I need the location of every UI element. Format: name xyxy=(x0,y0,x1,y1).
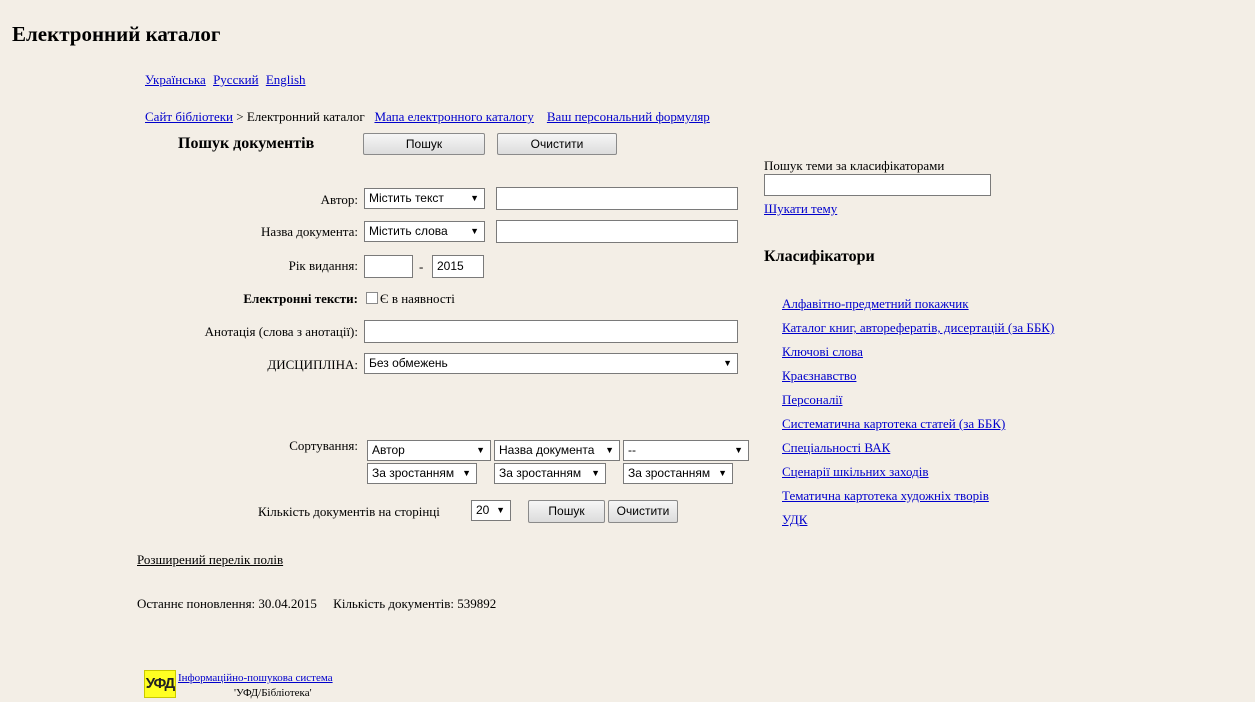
topic-search-label: Пошук теми за класифікаторами xyxy=(764,158,945,173)
clear-button-bottom[interactable]: Очистити xyxy=(608,500,678,523)
sort-field-1-select[interactable]: Автор ▼ xyxy=(367,440,491,461)
chevron-down-icon: ▼ xyxy=(462,468,471,478)
chevron-down-icon: ▼ xyxy=(605,445,614,455)
breadcrumb-site-link[interactable]: Сайт бібліотеки xyxy=(145,109,233,124)
search-heading: Пошук документів xyxy=(178,135,315,152)
etexts-checkbox[interactable] xyxy=(366,292,378,304)
sort-field-2-value: Назва документа xyxy=(499,443,595,457)
search-button-bottom[interactable]: Пошук xyxy=(528,500,605,523)
personal-formular-link[interactable]: Ваш персональний формуляр xyxy=(547,109,710,124)
title-mode-select[interactable]: Містить слова ▼ xyxy=(364,221,485,242)
etexts-option: Є в наявності xyxy=(366,291,455,307)
annotation-label: Анотація (слова з анотації): xyxy=(204,324,358,339)
page-title: Електронний каталог xyxy=(12,22,221,46)
title-mode-value: Містить слова xyxy=(369,224,448,238)
classifier-link[interactable]: Каталог книг, авторефератів, дисертацій … xyxy=(782,320,1054,336)
author-label: Автор: xyxy=(320,192,358,207)
find-topic-link[interactable]: Шукати тему xyxy=(764,201,837,217)
classifier-link[interactable]: Систематична картотека статей (за ББК) xyxy=(782,416,1005,432)
classifier-link[interactable]: УДК xyxy=(782,512,807,528)
etexts-label: Електронні тексти: xyxy=(243,291,358,306)
chevron-down-icon: ▼ xyxy=(476,445,485,455)
author-input[interactable] xyxy=(496,187,738,210)
author-mode-value: Містить текст xyxy=(369,191,444,205)
title-input[interactable] xyxy=(496,220,738,243)
chevron-down-icon: ▼ xyxy=(496,505,505,515)
sort-field-1-value: Автор xyxy=(372,443,405,457)
status-line: Останнє поновлення: 30.04.2015 Кількість… xyxy=(137,596,496,612)
ufd-logo: УФД xyxy=(144,670,176,698)
sort-order-1-select[interactable]: За зростанням ▼ xyxy=(367,463,477,484)
search-button[interactable]: Пошук xyxy=(363,133,485,155)
breadcrumb-current: Електронний каталог xyxy=(246,109,365,124)
topic-search-input[interactable] xyxy=(764,174,991,196)
system-link[interactable]: Інформаційно-пошукова система xyxy=(178,672,333,684)
sort-order-3-select[interactable]: За зростанням ▼ xyxy=(623,463,733,484)
last-update-value: 30.04.2015 xyxy=(258,596,317,611)
chevron-down-icon: ▼ xyxy=(470,193,479,203)
last-update-label: Останнє поновлення: xyxy=(137,596,256,611)
per-page-value: 20 xyxy=(476,503,490,517)
breadcrumb-separator: > xyxy=(236,109,244,124)
classifier-link[interactable]: Спеціальності ВАК xyxy=(782,440,890,456)
lang-ukrainian-link[interactable]: Українська xyxy=(145,72,206,87)
classifier-link[interactable]: Сценарії шкільних заходів xyxy=(782,464,929,480)
chevron-down-icon: ▼ xyxy=(591,468,600,478)
per-page-select[interactable]: 20 ▼ xyxy=(471,500,511,521)
discipline-value: Без обмежень xyxy=(369,356,448,370)
sort-order-1-value: За зростанням xyxy=(372,466,455,480)
title-label: Назва документа: xyxy=(260,224,358,239)
classifier-link[interactable]: Алфавітно-предметний покажчик xyxy=(782,296,969,312)
lang-russian-link[interactable]: Русский xyxy=(213,72,259,87)
sort-field-2-select[interactable]: Назва документа ▼ xyxy=(494,440,620,461)
annotation-input[interactable] xyxy=(364,320,738,343)
lang-english-link[interactable]: English xyxy=(266,72,306,87)
year-dash: - xyxy=(419,259,424,274)
clear-button[interactable]: Очистити xyxy=(497,133,617,155)
chevron-down-icon: ▼ xyxy=(718,468,727,478)
classifier-link[interactable]: Персоналії xyxy=(782,392,842,408)
year-label: Рік видання: xyxy=(288,258,358,273)
extended-fields-link[interactable]: Розширений перелік полів xyxy=(137,552,283,568)
year-to-input[interactable]: 2015 xyxy=(432,255,484,278)
sort-order-3-value: За зростанням xyxy=(628,466,711,480)
year-from-input[interactable] xyxy=(364,255,413,278)
sort-field-3-value: -- xyxy=(628,443,636,457)
author-mode-select[interactable]: Містить текст ▼ xyxy=(364,188,485,209)
sorting-label: Сортування: xyxy=(289,438,358,453)
doc-count-label: Кількість документів: xyxy=(333,596,454,611)
system-name: 'УФД/Бібліотека' xyxy=(234,687,312,699)
chevron-down-icon: ▼ xyxy=(734,445,743,455)
discipline-select[interactable]: Без обмежень ▼ xyxy=(364,353,738,374)
chevron-down-icon: ▼ xyxy=(723,358,732,368)
classifier-link[interactable]: Краєзнавство xyxy=(782,368,856,384)
sort-order-2-select[interactable]: За зростанням ▼ xyxy=(494,463,606,484)
classifier-link[interactable]: Тематична картотека художніх творів xyxy=(782,488,989,504)
chevron-down-icon: ▼ xyxy=(470,226,479,236)
doc-count-value: 539892 xyxy=(457,596,497,611)
classifier-link[interactable]: Ключові слова xyxy=(782,344,863,360)
discipline-label: ДИСЦИПЛІНА: xyxy=(267,357,358,372)
etexts-option-label: Є в наявності xyxy=(380,291,455,306)
breadcrumb: Сайт бібліотеки > Електронний каталог Ма… xyxy=(145,109,710,125)
sort-order-2-value: За зростанням xyxy=(499,466,582,480)
per-page-label: Кількість документів на сторінці xyxy=(258,504,440,519)
catalog-map-link[interactable]: Мапа електронного каталогу xyxy=(374,109,533,124)
sort-field-3-select[interactable]: -- ▼ xyxy=(623,440,749,461)
classifiers-heading: Класифікатори xyxy=(764,248,875,265)
language-switcher: Українська Русский English xyxy=(145,72,310,88)
